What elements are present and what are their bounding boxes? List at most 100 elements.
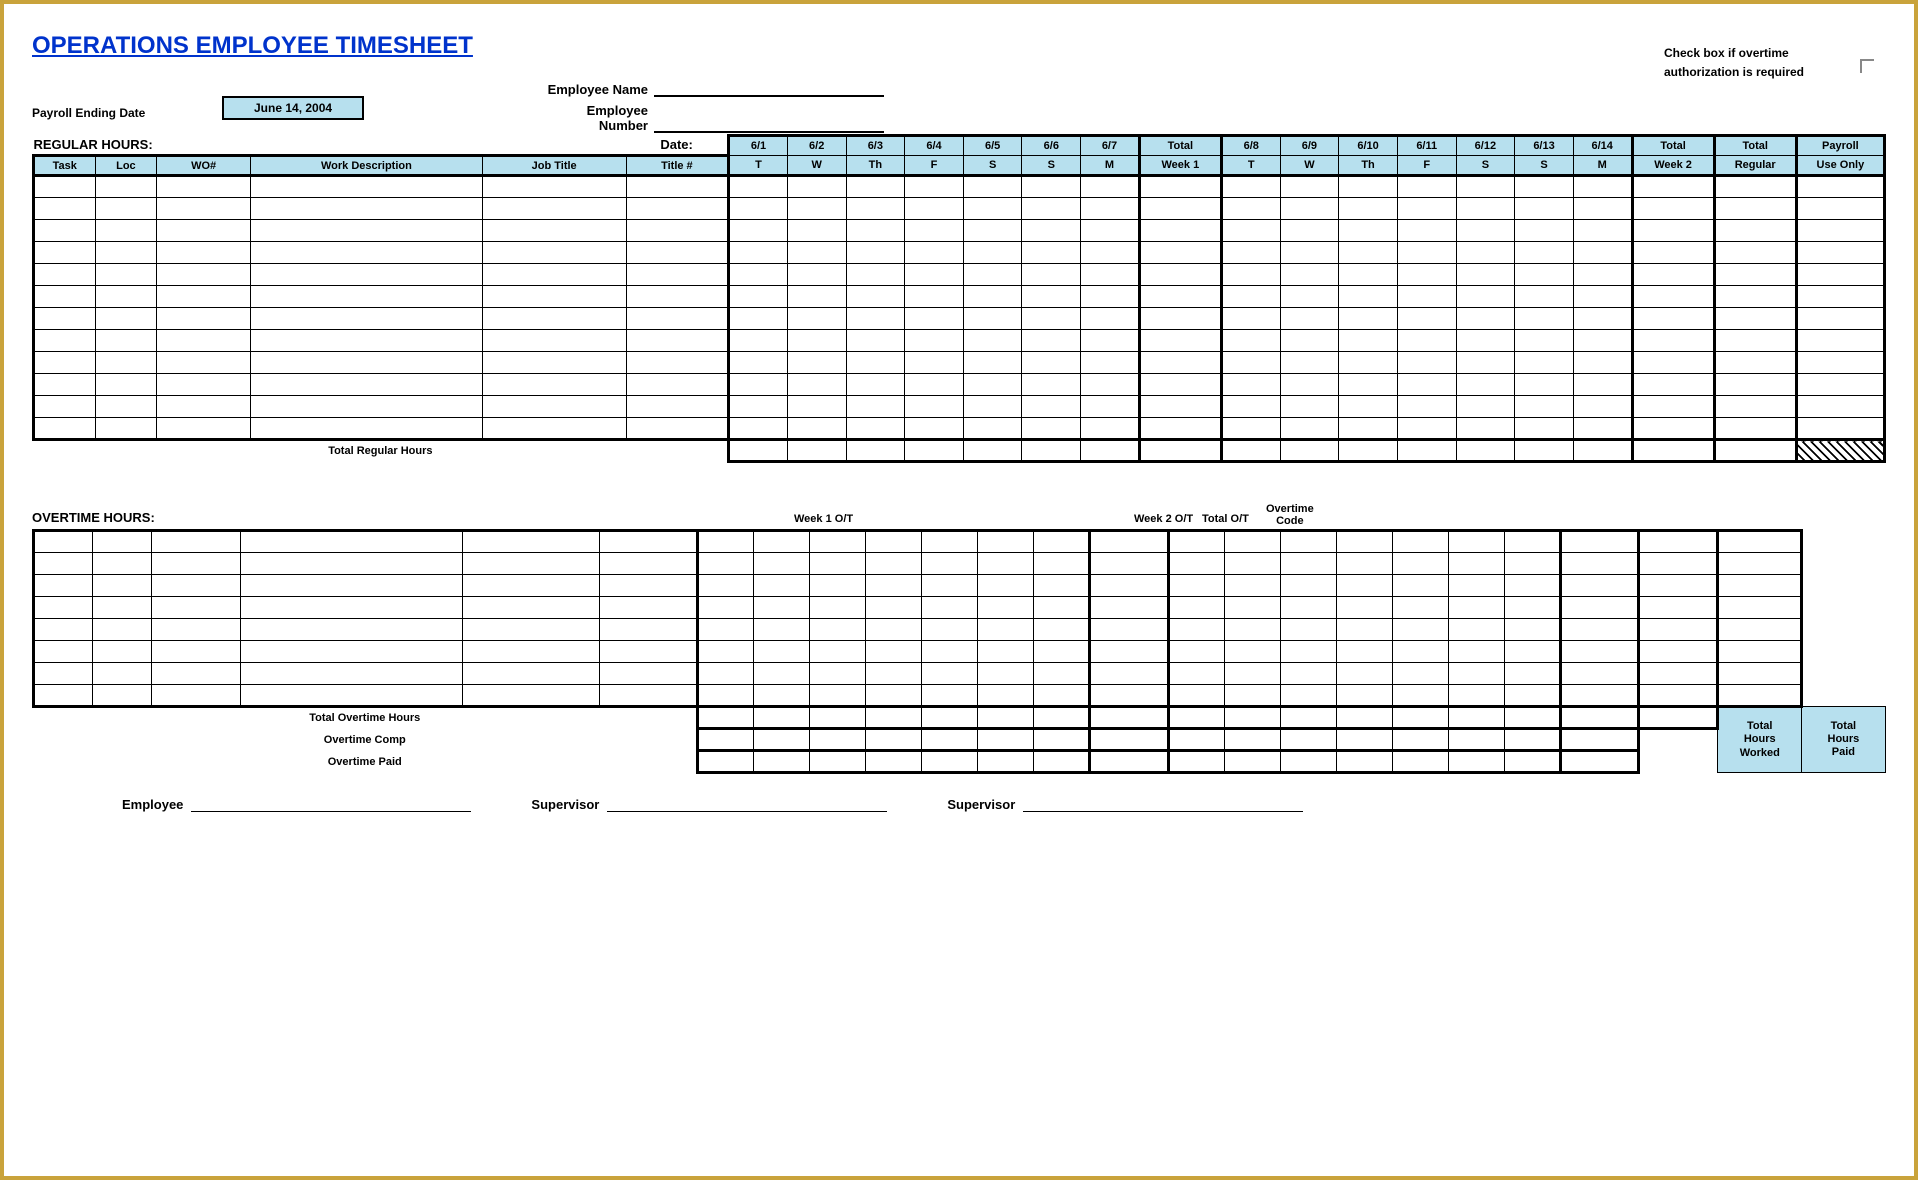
ot-total-cell[interactable] [1392, 751, 1448, 773]
cell[interactable] [1632, 330, 1714, 352]
total-cell[interactable] [729, 440, 788, 462]
cell[interactable] [241, 597, 462, 619]
cell[interactable] [1022, 176, 1081, 198]
cell[interactable] [599, 553, 697, 575]
cell[interactable] [1224, 553, 1280, 575]
cell[interactable] [697, 619, 753, 641]
cell[interactable] [92, 619, 151, 641]
cell[interactable] [697, 575, 753, 597]
cell[interactable] [1339, 352, 1398, 374]
cell[interactable] [754, 553, 810, 575]
cell[interactable] [1392, 531, 1448, 553]
cell[interactable] [1796, 418, 1884, 440]
cell[interactable] [626, 330, 729, 352]
cell[interactable] [729, 264, 788, 286]
cell[interactable] [1280, 220, 1339, 242]
cell[interactable] [1280, 286, 1339, 308]
cell[interactable] [963, 198, 1022, 220]
cell[interactable] [251, 286, 483, 308]
cell[interactable] [1796, 176, 1884, 198]
cell[interactable] [251, 352, 483, 374]
cell[interactable] [251, 330, 483, 352]
cell[interactable] [787, 264, 846, 286]
cell[interactable] [1632, 176, 1714, 198]
cell[interactable] [978, 641, 1034, 663]
cell[interactable] [482, 352, 626, 374]
cell[interactable] [1280, 641, 1336, 663]
ot-total-cell[interactable] [978, 707, 1034, 729]
total-cell[interactable] [1573, 440, 1632, 462]
cell[interactable] [1139, 198, 1221, 220]
cell[interactable] [95, 242, 157, 264]
cell[interactable] [963, 286, 1022, 308]
cell[interactable] [754, 663, 810, 685]
employee-signature-line[interactable] [191, 796, 471, 812]
cell[interactable] [1796, 396, 1884, 418]
cell[interactable] [963, 242, 1022, 264]
cell[interactable] [1515, 396, 1574, 418]
cell[interactable] [1224, 575, 1280, 597]
cell[interactable] [1397, 242, 1456, 264]
cell[interactable] [905, 330, 964, 352]
cell[interactable] [1081, 220, 1140, 242]
cell[interactable] [1632, 264, 1714, 286]
cell[interactable] [1081, 374, 1140, 396]
cell[interactable] [1221, 308, 1280, 330]
cell[interactable] [1139, 220, 1221, 242]
cell[interactable] [1796, 352, 1884, 374]
cell[interactable] [963, 352, 1022, 374]
cell[interactable] [1632, 352, 1714, 374]
cell[interactable] [1397, 198, 1456, 220]
cell[interactable] [1515, 418, 1574, 440]
cell[interactable] [922, 685, 978, 707]
ot-total-cell[interactable] [810, 751, 866, 773]
cell[interactable] [1573, 418, 1632, 440]
cell[interactable] [1717, 619, 1801, 641]
total-cell[interactable] [846, 440, 905, 462]
cell[interactable] [697, 597, 753, 619]
cell[interactable] [1397, 308, 1456, 330]
total-cell[interactable] [1397, 440, 1456, 462]
ot-week2-total-cell[interactable] [1560, 751, 1638, 773]
cell[interactable] [1796, 308, 1884, 330]
cell[interactable] [1717, 597, 1801, 619]
ot-total-cell[interactable] [1392, 707, 1448, 729]
cell[interactable] [157, 176, 251, 198]
cell[interactable] [1573, 220, 1632, 242]
cell[interactable] [978, 663, 1034, 685]
cell[interactable] [697, 531, 753, 553]
cell[interactable] [1392, 641, 1448, 663]
cell[interactable] [1168, 685, 1224, 707]
cell[interactable] [157, 220, 251, 242]
cell[interactable] [1504, 619, 1560, 641]
cell[interactable] [462, 531, 599, 553]
cell[interactable] [846, 176, 905, 198]
cell[interactable] [1081, 264, 1140, 286]
ot-total-cell[interactable] [866, 707, 922, 729]
cell[interactable] [1034, 619, 1090, 641]
cell[interactable] [1168, 553, 1224, 575]
ot-total-cell[interactable] [866, 729, 922, 751]
cell[interactable] [729, 220, 788, 242]
cell[interactable] [34, 352, 96, 374]
cell[interactable] [1139, 242, 1221, 264]
cell[interactable] [1280, 198, 1339, 220]
cell[interactable] [1339, 198, 1398, 220]
cell[interactable] [1139, 418, 1221, 440]
cell[interactable] [92, 597, 151, 619]
cell[interactable] [251, 418, 483, 440]
cell[interactable] [151, 641, 241, 663]
cell[interactable] [1336, 685, 1392, 707]
cell[interactable] [1224, 685, 1280, 707]
cell[interactable] [1714, 286, 1796, 308]
ot-week1-total-cell[interactable] [1090, 751, 1168, 773]
cell[interactable] [1456, 396, 1515, 418]
cell[interactable] [1796, 220, 1884, 242]
ot-total-cell[interactable] [697, 751, 753, 773]
cell[interactable] [1560, 553, 1638, 575]
cell[interactable] [1034, 575, 1090, 597]
cell[interactable] [157, 418, 251, 440]
cell[interactable] [1139, 308, 1221, 330]
cell[interactable] [1448, 575, 1504, 597]
cell[interactable] [1515, 308, 1574, 330]
